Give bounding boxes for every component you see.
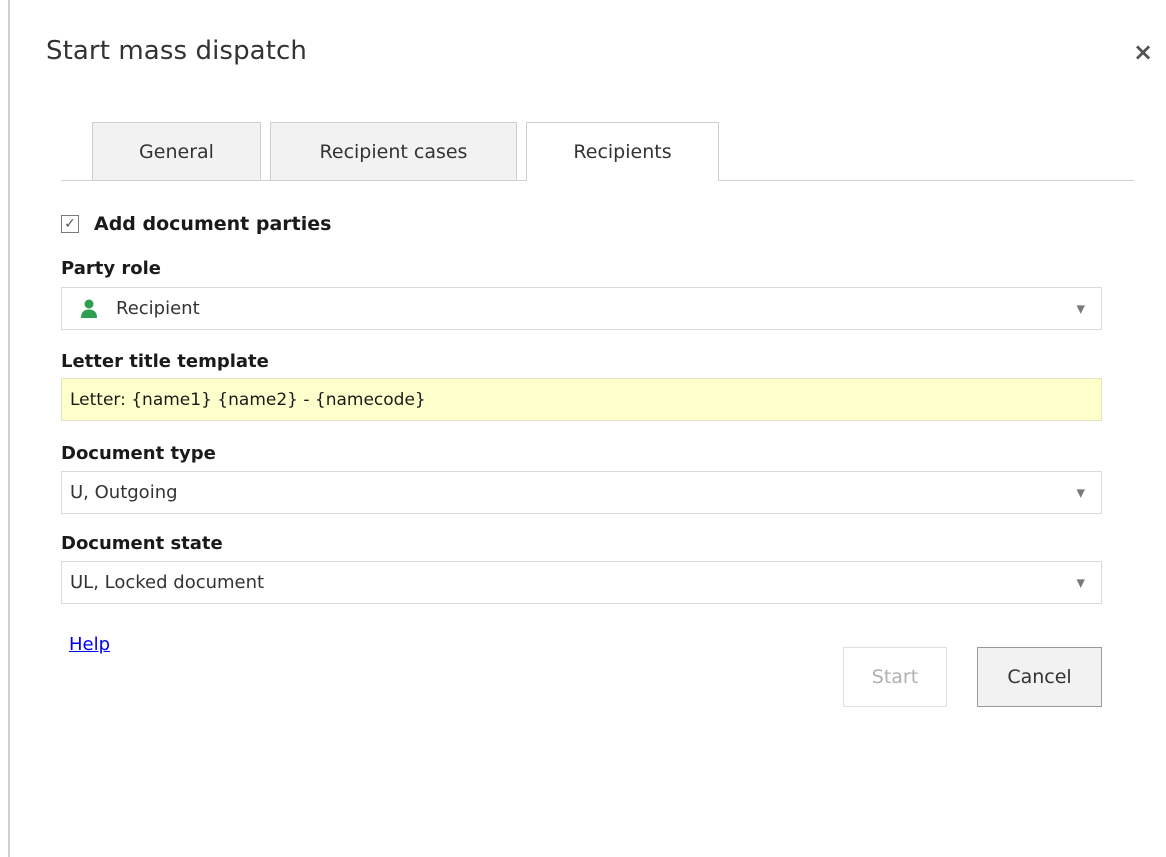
tab-general[interactable]: General <box>92 122 261 180</box>
add-document-parties-label: Add document parties <box>94 213 332 235</box>
add-document-parties-checkbox[interactable]: ✓ Add document parties <box>61 209 331 239</box>
document-state-label: Document state <box>61 533 223 554</box>
document-state-value: UL, Locked document <box>70 572 265 593</box>
cancel-button[interactable]: Cancel <box>977 647 1102 707</box>
party-role-value: Recipient <box>116 298 200 319</box>
tab-recipient-cases[interactable]: Recipient cases <box>270 122 517 180</box>
tab-bar: General Recipient cases Recipients <box>61 122 1134 182</box>
dialog: Start mass dispatch × General Recipient … <box>0 0 1166 857</box>
start-button[interactable]: Start <box>843 647 947 707</box>
tab-recipient-cases-label: Recipient cases <box>319 140 468 163</box>
document-type-label: Document type <box>61 443 216 464</box>
chevron-down-icon[interactable]: ▼ <box>1077 486 1085 499</box>
document-state-select[interactable]: UL, Locked document ▼ <box>61 561 1102 604</box>
chevron-down-icon[interactable]: ▼ <box>1077 302 1085 315</box>
chevron-down-icon[interactable]: ▼ <box>1077 576 1085 589</box>
document-type-value: U, Outgoing <box>70 482 178 503</box>
dialog-left-border <box>8 0 10 857</box>
person-icon <box>81 299 97 318</box>
close-icon[interactable]: × <box>1129 38 1157 66</box>
letter-title-template-input[interactable]: Letter: {name1} {name2} - {namecode} <box>61 378 1102 421</box>
letter-title-template-label: Letter title template <box>61 351 269 372</box>
party-role-select[interactable]: Recipient ▼ <box>61 287 1102 330</box>
dialog-title: Start mass dispatch <box>46 36 307 66</box>
document-type-select[interactable]: U, Outgoing ▼ <box>61 471 1102 514</box>
letter-title-template-value: Letter: {name1} {name2} - {namecode} <box>70 389 426 410</box>
help-link[interactable]: Help <box>69 634 110 655</box>
tab-recipients[interactable]: Recipients <box>526 122 719 181</box>
tab-general-label: General <box>139 140 214 163</box>
tab-recipients-label: Recipients <box>573 141 672 163</box>
party-role-label: Party role <box>61 258 161 279</box>
checkbox-check-icon[interactable]: ✓ <box>61 215 79 233</box>
